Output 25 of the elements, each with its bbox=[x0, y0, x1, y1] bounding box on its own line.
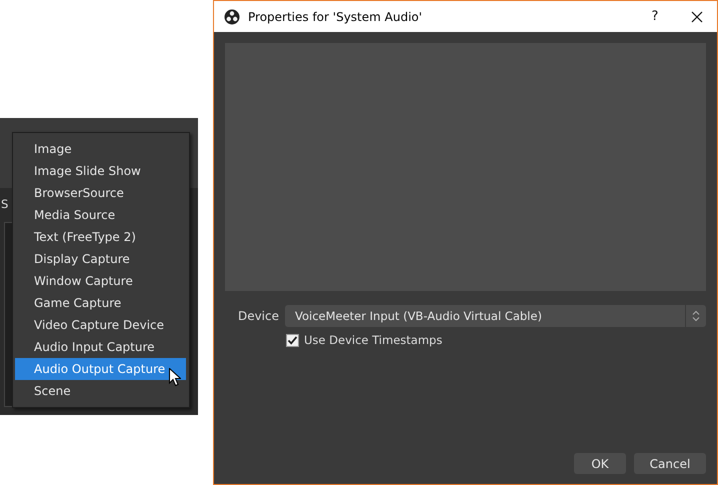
menu-item[interactable]: Text (FreeType 2) bbox=[15, 226, 186, 248]
menu-item[interactable]: Video Capture Device bbox=[15, 314, 186, 336]
app-logo-icon bbox=[224, 8, 240, 24]
window-title: Properties for 'System Audio' bbox=[248, 10, 424, 24]
menu-item[interactable]: Window Capture bbox=[15, 270, 186, 292]
menu-item[interactable]: Image Slide Show bbox=[15, 160, 186, 182]
checkbox-label: Use Device Timestamps bbox=[304, 333, 442, 347]
dock-title: S bbox=[1, 197, 8, 211]
menu-item[interactable]: Audio Output Capture bbox=[15, 358, 186, 380]
checkbox[interactable] bbox=[286, 334, 299, 346]
menu-item[interactable]: Image bbox=[15, 138, 186, 160]
menu-item[interactable]: Display Capture bbox=[15, 248, 186, 270]
menu-item[interactable]: Media Source bbox=[15, 204, 186, 226]
help-button[interactable]: ? bbox=[635, 2, 675, 32]
device-dropdown[interactable]: VoiceMeeter Input (VB-Audio Virtual Cable) bbox=[285, 305, 706, 327]
up-down-arrows-icon bbox=[692, 310, 700, 322]
menu-item[interactable]: Audio Input Capture bbox=[15, 336, 186, 358]
menu-item[interactable]: BrowserSource bbox=[15, 182, 186, 204]
cancel-button[interactable]: Cancel bbox=[634, 453, 706, 474]
close-icon bbox=[691, 10, 703, 22]
menu-item[interactable]: Scene bbox=[15, 380, 186, 402]
device-label: Device bbox=[236, 309, 279, 323]
menu-item[interactable]: Game Capture bbox=[15, 292, 186, 314]
ok-button[interactable]: OK bbox=[574, 453, 626, 474]
cursor-icon bbox=[169, 368, 181, 387]
